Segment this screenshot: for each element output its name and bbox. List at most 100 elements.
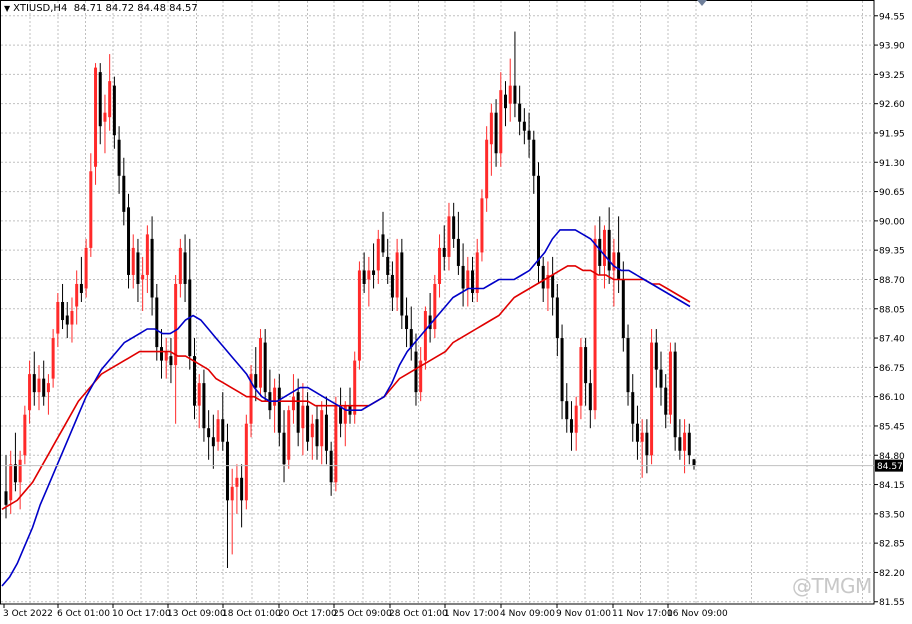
candle — [565, 383, 569, 433]
candle-body — [13, 464, 17, 483]
candle-body — [565, 401, 569, 420]
candle-body — [376, 238, 380, 271]
candle — [452, 202, 456, 248]
price-chart[interactable]: 94.55 93.90 93.25 92.60 91.95 91.30 90.65 90.00… — [0, 0, 912, 624]
candle-body — [65, 315, 69, 325]
x-tick-label: 1 Nov 17:00 — [444, 609, 499, 619]
candle-body — [301, 405, 305, 429]
chart-window[interactable]: 94.55 93.90 93.25 92.60 91.95 91.30 90.65 90.00… — [0, 0, 912, 624]
candle — [555, 283, 559, 357]
candle — [188, 238, 192, 370]
candle — [301, 383, 305, 456]
chart-shift-marker-icon[interactable] — [697, 0, 707, 6]
candle-body — [668, 351, 672, 415]
candle-body — [442, 247, 446, 257]
y-tick-label: 89.35 — [879, 247, 905, 257]
candle — [192, 338, 196, 420]
candle — [273, 378, 277, 433]
candle — [692, 458, 696, 470]
candle-body — [122, 175, 126, 212]
candle-body — [555, 297, 559, 339]
candle — [461, 243, 465, 307]
candle-body — [466, 270, 470, 289]
candle — [631, 374, 635, 442]
x-tick-label: 3 Oct 2022 — [3, 609, 53, 619]
candle-body — [178, 247, 182, 284]
candle — [574, 396, 578, 451]
candle-body — [310, 423, 314, 438]
candle — [475, 238, 479, 302]
candle — [409, 306, 413, 361]
candle — [668, 342, 672, 424]
candle — [4, 455, 8, 519]
candle — [240, 464, 244, 528]
candle-body — [372, 270, 376, 275]
x-tick-label: 9 Nov 01:00 — [556, 609, 611, 619]
candle-body — [673, 351, 677, 438]
candle-body — [216, 419, 220, 442]
candle-body — [659, 369, 663, 388]
y-tick-label: 91.95 — [879, 129, 905, 139]
candle — [65, 302, 69, 339]
candle-body — [141, 274, 145, 280]
x-tick-label: 25 Oct 09:00 — [333, 609, 392, 619]
candle-body — [61, 302, 65, 321]
candle — [122, 157, 126, 226]
candle-body — [150, 238, 154, 298]
candle — [357, 261, 361, 370]
candle — [70, 297, 74, 343]
grid — [0, 0, 875, 605]
candle-body — [640, 432, 644, 442]
candle-body — [494, 112, 498, 154]
candle — [480, 189, 484, 262]
candle — [518, 85, 522, 136]
y-tick-label: 88.70 — [879, 276, 905, 286]
candle — [339, 387, 343, 438]
candle-body — [654, 342, 658, 370]
candle — [56, 292, 60, 348]
candle-body — [485, 139, 489, 199]
candle — [84, 238, 88, 298]
candle-body — [287, 410, 291, 460]
candle-body — [84, 247, 88, 289]
candle — [621, 261, 625, 352]
candle — [28, 360, 32, 424]
candle — [659, 351, 663, 406]
candle — [334, 396, 338, 492]
candle-body — [433, 283, 437, 330]
candle-body — [324, 414, 328, 451]
candle-body — [480, 198, 484, 253]
candle-body — [306, 405, 310, 442]
candle-body — [475, 252, 479, 293]
candle-body — [18, 459, 22, 483]
candle-body — [9, 464, 13, 501]
candle — [235, 464, 239, 514]
candle-body — [164, 351, 168, 361]
candle — [419, 347, 423, 402]
y-tick-label: 85.45 — [879, 422, 905, 432]
candle — [466, 256, 470, 307]
collapse-triangle-icon[interactable]: ▼ — [4, 4, 10, 13]
y-tick-label: 90.65 — [879, 188, 905, 198]
candle — [221, 392, 225, 451]
candle — [18, 450, 22, 510]
candle — [174, 274, 178, 424]
candle — [202, 369, 206, 442]
candle — [291, 374, 295, 424]
candle — [94, 63, 98, 185]
candle — [626, 324, 630, 406]
candle-body — [489, 112, 493, 145]
candle-body — [405, 315, 409, 330]
candle-body — [230, 486, 234, 501]
candle-body — [183, 252, 187, 284]
candle-body — [320, 410, 324, 447]
candle-body — [240, 477, 244, 501]
candle-body — [541, 265, 545, 289]
candle-body — [452, 216, 456, 239]
candle — [136, 238, 140, 302]
y-tick-label: 88.05 — [879, 305, 905, 315]
candle-body — [197, 383, 201, 406]
candle-body — [258, 338, 262, 388]
candle-body — [588, 383, 592, 411]
candle-body — [282, 432, 286, 465]
